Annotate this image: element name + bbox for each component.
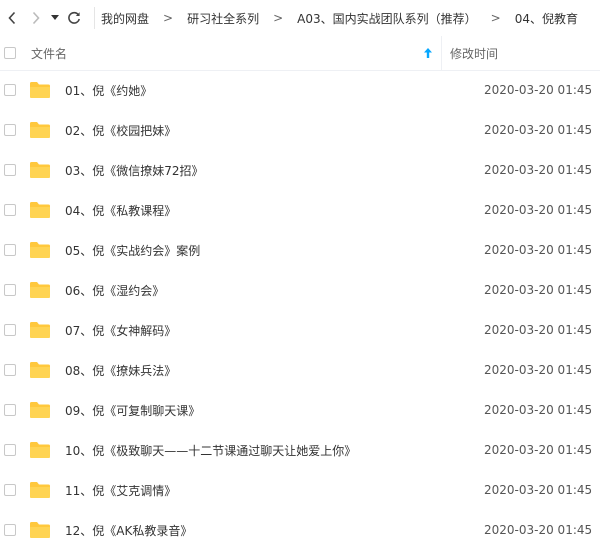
file-row[interactable]: 09、倪《可复制聊天课》 2020-03-20 01:45 <box>0 390 600 430</box>
row-checkbox[interactable] <box>4 204 16 216</box>
refresh-button[interactable] <box>62 0 86 36</box>
folder-icon <box>29 161 51 179</box>
breadcrumb-separator: > <box>163 11 174 25</box>
file-name[interactable]: 01、倪《约她》 <box>65 82 485 99</box>
file-row[interactable]: 05、倪《实战约会》案例 2020-03-20 01:45 <box>0 230 600 270</box>
file-name[interactable]: 10、倪《极致聊天——十二节课通过聊天让她爱上你》 <box>65 442 485 459</box>
file-name[interactable]: 07、倪《女神解码》 <box>65 322 485 339</box>
toolbar-divider <box>94 7 95 29</box>
folder-icon <box>29 481 51 499</box>
column-header-modified-time[interactable]: 修改时间 <box>450 45 498 62</box>
sort-ascending-icon[interactable] <box>421 48 435 58</box>
folder-icon <box>29 281 51 299</box>
breadcrumb: 我的网盘 > 研习社全系列 > A03、国内实战团队系列（推荐） > 04、倪教… <box>101 10 578 27</box>
breadcrumb-item-current[interactable]: 04、倪教育 <box>515 10 578 27</box>
file-row[interactable]: 06、倪《湿约会》 2020-03-20 01:45 <box>0 270 600 310</box>
file-modified-time: 2020-03-20 01:45 <box>484 483 593 497</box>
folder-icon <box>29 201 51 219</box>
column-divider[interactable] <box>441 36 442 70</box>
toolbar: 我的网盘 > 研习社全系列 > A03、国内实战团队系列（推荐） > 04、倪教… <box>0 0 600 36</box>
select-all-checkbox[interactable] <box>4 47 16 59</box>
row-checkbox[interactable] <box>4 444 16 456</box>
file-modified-time: 2020-03-20 01:45 <box>484 203 593 217</box>
folder-icon <box>29 321 51 339</box>
file-name[interactable]: 08、倪《撩妹兵法》 <box>65 362 485 379</box>
file-row[interactable]: 01、倪《约她》 2020-03-20 01:45 <box>0 70 600 110</box>
chevron-left-icon <box>8 11 16 25</box>
file-modified-time: 2020-03-20 01:45 <box>484 363 593 377</box>
file-row[interactable]: 07、倪《女神解码》 2020-03-20 01:45 <box>0 310 600 350</box>
row-checkbox[interactable] <box>4 524 16 536</box>
file-name[interactable]: 12、倪《AK私教录音》 <box>65 522 485 539</box>
breadcrumb-separator: > <box>273 11 284 25</box>
forward-button[interactable] <box>24 0 48 36</box>
row-checkbox[interactable] <box>4 324 16 336</box>
file-name[interactable]: 09、倪《可复制聊天课》 <box>65 402 485 419</box>
caret-down-icon <box>51 15 59 20</box>
folder-icon <box>29 121 51 139</box>
folder-icon <box>29 521 51 539</box>
file-list-header: 文件名 修改时间 <box>0 36 600 71</box>
folder-icon <box>29 441 51 459</box>
refresh-icon <box>68 11 80 24</box>
folder-icon <box>29 81 51 99</box>
file-row[interactable]: 02、倪《校园把妹》 2020-03-20 01:45 <box>0 110 600 150</box>
file-row[interactable]: 08、倪《撩妹兵法》 2020-03-20 01:45 <box>0 350 600 390</box>
file-row[interactable]: 04、倪《私教课程》 2020-03-20 01:45 <box>0 190 600 230</box>
file-name[interactable]: 11、倪《艾克调情》 <box>65 482 485 499</box>
file-name[interactable]: 02、倪《校园把妹》 <box>65 122 485 139</box>
file-modified-time: 2020-03-20 01:45 <box>484 283 593 297</box>
folder-icon <box>29 241 51 259</box>
file-row[interactable]: 11、倪《艾克调情》 2020-03-20 01:45 <box>0 470 600 510</box>
row-checkbox[interactable] <box>4 284 16 296</box>
file-modified-time: 2020-03-20 01:45 <box>484 83 593 97</box>
file-modified-time: 2020-03-20 01:45 <box>484 403 593 417</box>
file-modified-time: 2020-03-20 01:45 <box>484 523 593 537</box>
back-button[interactable] <box>0 0 24 36</box>
row-checkbox[interactable] <box>4 244 16 256</box>
file-modified-time: 2020-03-20 01:45 <box>484 323 593 337</box>
file-name[interactable]: 06、倪《湿约会》 <box>65 282 485 299</box>
breadcrumb-item-series[interactable]: 研习社全系列 <box>187 10 259 27</box>
column-header-name[interactable]: 文件名 <box>31 45 421 62</box>
row-checkbox[interactable] <box>4 484 16 496</box>
folder-icon <box>29 401 51 419</box>
row-checkbox[interactable] <box>4 404 16 416</box>
file-row[interactable]: 10、倪《极致聊天——十二节课通过聊天让她爱上你》 2020-03-20 01:4… <box>0 430 600 470</box>
file-modified-time: 2020-03-20 01:45 <box>484 243 593 257</box>
row-checkbox[interactable] <box>4 364 16 376</box>
row-checkbox[interactable] <box>4 164 16 176</box>
file-row[interactable]: 03、倪《微信撩妹72招》 2020-03-20 01:45 <box>0 150 600 190</box>
row-checkbox[interactable] <box>4 124 16 136</box>
chevron-right-icon <box>32 11 40 25</box>
file-name[interactable]: 04、倪《私教课程》 <box>65 202 485 219</box>
file-name[interactable]: 03、倪《微信撩妹72招》 <box>65 162 485 179</box>
history-dropdown-button[interactable] <box>48 0 62 36</box>
file-name[interactable]: 05、倪《实战约会》案例 <box>65 242 485 259</box>
breadcrumb-item-my-drive[interactable]: 我的网盘 <box>101 10 149 27</box>
row-checkbox[interactable] <box>4 84 16 96</box>
breadcrumb-separator: > <box>490 11 501 25</box>
file-modified-time: 2020-03-20 01:45 <box>484 163 593 177</box>
file-list: 01、倪《约她》 2020-03-20 01:45 02、倪《校园把妹》 2020-0… <box>0 70 600 550</box>
folder-icon <box>29 361 51 379</box>
file-modified-time: 2020-03-20 01:45 <box>484 443 593 457</box>
breadcrumb-item-team-series[interactable]: A03、国内实战团队系列（推荐） <box>297 10 476 27</box>
file-modified-time: 2020-03-20 01:45 <box>484 123 593 137</box>
file-row[interactable]: 12、倪《AK私教录音》 2020-03-20 01:45 <box>0 510 600 550</box>
